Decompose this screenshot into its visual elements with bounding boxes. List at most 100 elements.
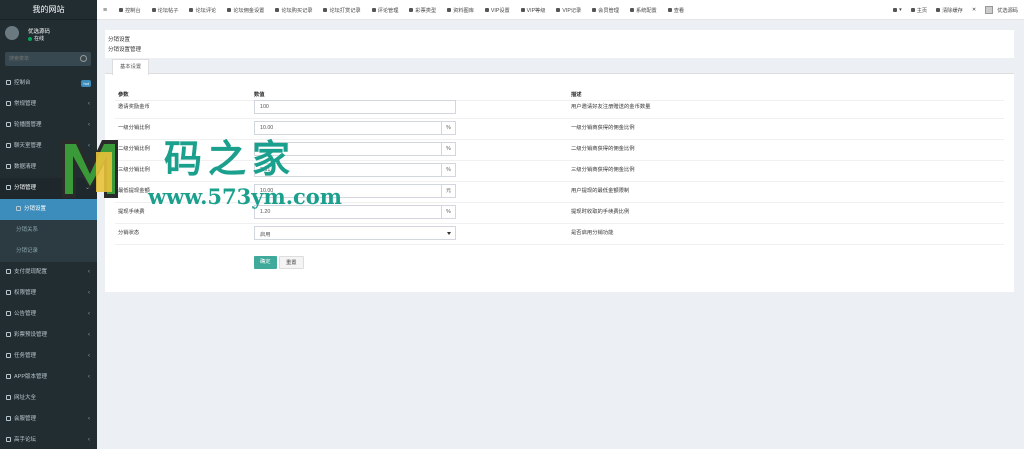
percent-addon: %: [441, 122, 455, 134]
percent-addon: %: [441, 143, 455, 155]
column-header-value: 数值: [254, 92, 265, 98]
menu-toggle-icon[interactable]: ≡: [103, 7, 107, 14]
circle-icon: [667, 8, 672, 12]
page-title: 分销设置: [108, 37, 131, 43]
sidebar-item-label: 会服管理: [14, 416, 37, 422]
sidebar-item-members[interactable]: 会服管理 ‹: [0, 409, 97, 430]
top-menu-item[interactable]: 论坛打赏记录: [323, 7, 361, 14]
column-header-desc: 描述: [571, 92, 582, 98]
top-menu-item[interactable]: 会员管理: [592, 7, 619, 14]
gift-icon: [323, 8, 328, 12]
top-menu-label: 论坛评论: [195, 7, 217, 14]
invite-reward-input[interactable]: [255, 101, 455, 113]
row-label: 一级分销比例: [118, 125, 150, 131]
chevron-left-icon: ‹: [88, 374, 90, 380]
user-status-text: 在线: [34, 36, 45, 42]
sidebar-item-label: 聊天室管理: [14, 143, 42, 149]
top-menu-item[interactable]: 系统配置: [629, 7, 657, 14]
sidebar-item-announcements[interactable]: 公告管理 ‹: [0, 304, 97, 325]
sidebar-item-label: 高手论坛: [14, 437, 37, 443]
top-menu-item[interactable]: 资料图库: [447, 7, 474, 14]
sidebar-item-label: 常规管理: [14, 101, 37, 107]
reset-button[interactable]: 重置: [279, 256, 304, 269]
sidebar-item-links[interactable]: 网址大全: [0, 388, 97, 409]
top-menu-item[interactable]: 查看: [667, 7, 684, 14]
layout-dropdown[interactable]: ▾: [893, 7, 902, 13]
avatar: [5, 26, 19, 40]
top-menu: ≡ 控制台 论坛帖子 论坛评论 论坛佣金设置 论坛购买记录 论坛打赏记录 评论管…: [103, 0, 695, 20]
row-label: 最低提现金额: [118, 188, 150, 194]
top-menu-item[interactable]: 控制台: [119, 7, 141, 14]
sidebar-item-app-version[interactable]: APP版本管理 ‹: [0, 367, 97, 388]
top-menu-label: 论坛打赏记录: [329, 7, 361, 14]
avatar: [985, 6, 994, 14]
sidebar-item-distribution-records[interactable]: 分销记录: [0, 241, 97, 262]
top-menu-item[interactable]: 评论管理: [371, 7, 398, 14]
sidebar-item-forum[interactable]: 高手论坛 ‹: [0, 430, 97, 449]
user-panel: 优选源码 在线: [0, 20, 97, 48]
top-menu-label: 论坛帖子: [157, 7, 179, 14]
sidebar-search: [5, 52, 91, 66]
sidebar-item-label: 公告管理: [14, 311, 37, 317]
dashboard-icon: [6, 80, 11, 86]
sidebar-item-tasks[interactable]: 任务管理 ‹: [0, 346, 97, 367]
top-menu-label: VIP等级: [526, 7, 546, 14]
bullhorn-icon: [6, 311, 11, 317]
distribution-status-select[interactable]: 启用: [254, 226, 456, 240]
sidebar-item-dashboard[interactable]: 控制台 hot: [0, 73, 97, 94]
dashboard-icon: [119, 8, 124, 12]
top-menu-item[interactable]: 论坛帖子: [151, 7, 179, 14]
clear-cache-button[interactable]: 清除缓存: [936, 7, 963, 14]
sidebar-item-distribution-settings[interactable]: 分销设置: [0, 199, 97, 220]
sidebar-item-label: 权限管理: [14, 290, 37, 296]
chevron-left-icon: ‹: [88, 332, 90, 338]
sidebar-item-label: 分销管理: [14, 185, 37, 191]
caret-down-icon: ▾: [899, 7, 902, 13]
sidebar-item-payment[interactable]: 支付提现配置 ‹: [0, 262, 97, 283]
chevron-left-icon: ‹: [88, 416, 90, 422]
user-menu[interactable]: 优选源码: [985, 6, 1018, 14]
sidebar-item-permissions[interactable]: 权限管理 ‹: [0, 283, 97, 304]
search-icon[interactable]: [80, 55, 87, 62]
sidebar-item-label: 轮播图管理: [14, 122, 42, 128]
topbar: ≡ 控制台 论坛帖子 论坛评论 论坛佣金设置 论坛购买记录 论坛打赏记录 评论管…: [97, 0, 1024, 20]
sidebar-item-label: 任务管理: [14, 353, 37, 359]
user-menu-label: 优选源码: [997, 7, 1018, 14]
row-label: 提现手续费: [118, 209, 145, 215]
tab-basic-settings[interactable]: 基本设置: [112, 59, 150, 75]
row-desc: 用户提现的最低金额限制: [571, 188, 630, 194]
cog-icon: [16, 206, 21, 212]
page-subtitle: 分销设置管理: [108, 47, 142, 53]
top-menu-label: 论坛购买记录: [281, 7, 313, 14]
top-menu-item[interactable]: 论坛佣金设置: [227, 7, 264, 14]
trash-icon: [6, 164, 11, 170]
search-input[interactable]: [5, 52, 77, 66]
top-menu-label: 论坛佣金设置: [233, 7, 265, 14]
top-menu-item[interactable]: VIP记录: [556, 7, 581, 14]
comment-icon: [371, 8, 376, 12]
history-icon: [556, 8, 561, 12]
confirm-button[interactable]: 确定: [254, 256, 277, 269]
chevron-left-icon: ‹: [88, 101, 90, 107]
sidebar-item-general[interactable]: 常规管理 ‹: [0, 94, 97, 115]
fullscreen-button[interactable]: ✕: [972, 7, 976, 13]
row-desc: 三级分销商获得的佣金比例: [571, 167, 635, 173]
home-link[interactable]: 主页: [910, 7, 927, 14]
top-menu-item[interactable]: VIP等级: [520, 7, 546, 14]
brand-title[interactable]: 我的网站: [0, 0, 97, 20]
top-menu-item[interactable]: VIP设置: [484, 7, 510, 14]
top-menu-item[interactable]: 论坛评论: [189, 7, 216, 14]
cog-icon: [629, 8, 634, 12]
sidebar-item-label: 支付提现配置: [14, 269, 48, 275]
home-icon: [910, 8, 915, 12]
chevron-left-icon: ‹: [88, 269, 90, 275]
sidebar-item-lottery-preset[interactable]: 彩票预设管理 ‹: [0, 325, 97, 346]
sidebar-item-distribution-relations[interactable]: 分销关系: [0, 220, 97, 241]
comment-icon: [151, 8, 156, 12]
column-header-param: 参数: [118, 92, 129, 98]
online-dot-icon: [28, 36, 32, 41]
divider: [115, 100, 1004, 101]
sidebar-item-label: 数据清理: [14, 164, 37, 170]
top-menu-item[interactable]: 论坛购买记录: [275, 7, 312, 14]
top-menu-item[interactable]: 彩票类型: [409, 7, 436, 14]
